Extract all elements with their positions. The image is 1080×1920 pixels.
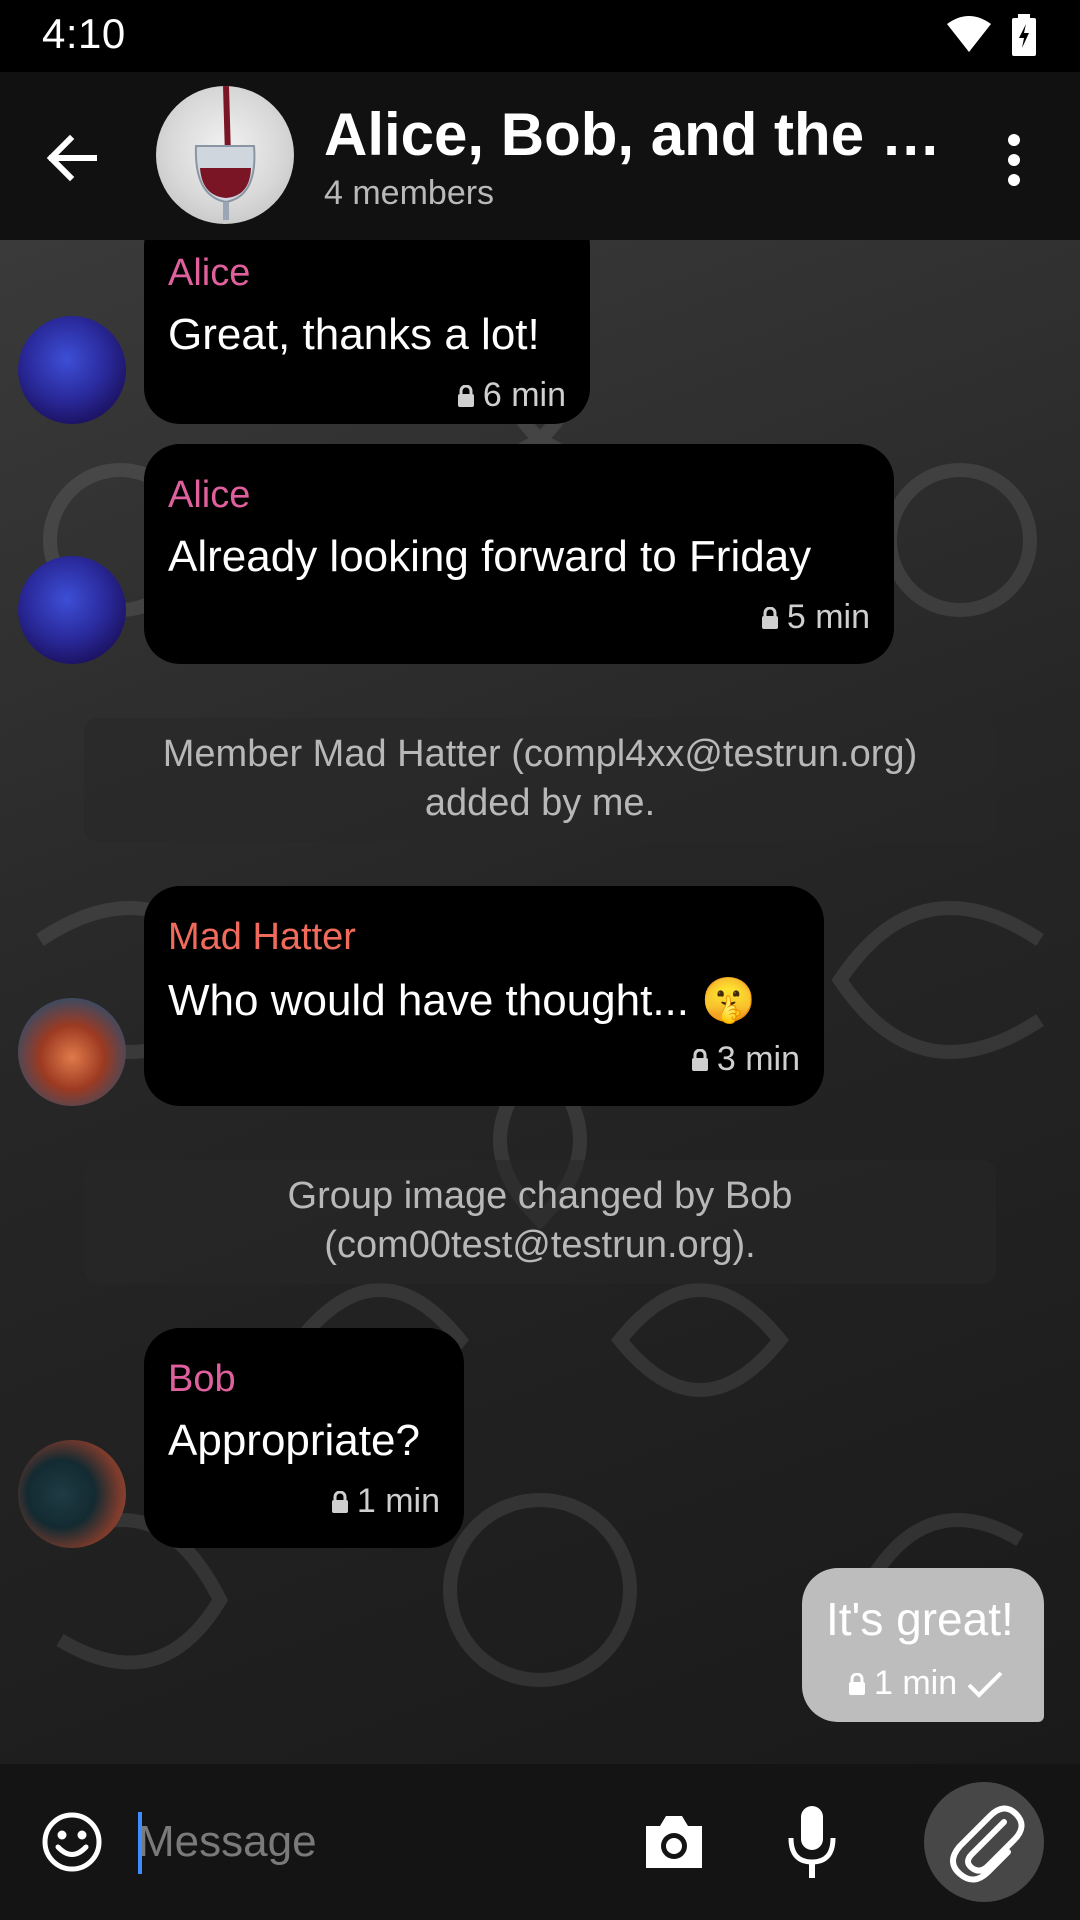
attach-button[interactable] [924,1782,1044,1902]
message-meta: 5 min [761,598,870,637]
emoji-icon[interactable] [40,1810,104,1874]
message-meta: 6 min [457,376,566,415]
message-time: 5 min [786,598,870,636]
lock-icon [691,1048,708,1071]
wine-glass-image [194,86,256,220]
group-avatar[interactable] [156,86,294,224]
lock-icon [849,1672,865,1695]
message-meta: 3 min [691,1040,800,1079]
message-text: It's great! [826,1593,1014,1645]
avatar-alice[interactable] [18,316,126,424]
member-count: 4 members [324,174,495,212]
lock-icon [761,606,778,629]
message-sender: Alice [168,474,251,516]
message-text: Great, thanks a lot! [168,310,540,359]
back-arrow-icon[interactable] [36,122,108,194]
system-message: Group image changed by Bob (com00test@te… [84,1160,996,1284]
message-bubble[interactable]: Mad Hatter Who would have thought... 🤫 3… [144,886,824,1106]
text-caret [138,1812,142,1874]
chat-title[interactable]: Alice, Bob, and the M… [324,100,944,169]
more-vert-icon[interactable] [990,124,1038,196]
message-time: 3 min [716,1040,800,1078]
microphone-icon[interactable] [786,1804,838,1880]
avatar-bob[interactable] [18,1440,126,1548]
message-text: Appropriate? [168,1416,420,1465]
system-message-line: Member Mad Hatter (compl4xx@testrun.org) [162,733,918,775]
status-bar: 4:10 [0,0,1080,72]
message-bubble[interactable]: Alice Already looking forward to Friday … [144,444,894,664]
system-message-line: (com00test@testrun.org). [324,1224,756,1266]
lock-icon [457,384,474,407]
check-icon [967,1671,1003,1698]
message-time: 6 min [482,376,566,414]
message-sender: Alice [168,252,251,294]
message-sender: Bob [168,1358,236,1400]
camera-icon[interactable] [640,1810,708,1874]
battery-icon [1012,14,1036,56]
message-list[interactable]: Alice Great, thanks a lot! 6 min Alice A… [0,240,1080,1764]
message-text: Who would have thought... 🤫 [168,976,757,1025]
composer-bar [0,1764,1080,1920]
message-bubble[interactable]: Bob Appropriate? 1 min [144,1328,464,1548]
message-input[interactable] [138,1802,608,1882]
message-meta: 1 min [848,1664,1005,1703]
message-sender: Mad Hatter [168,916,356,958]
chat-header: Alice, Bob, and the M… 4 members [0,72,1080,240]
message-time: 1 min [356,1482,440,1520]
outgoing-message-bubble[interactable]: It's great! 1 min [802,1568,1044,1722]
message-text: Already looking forward to Friday [168,532,812,581]
wifi-icon [947,16,991,52]
paperclip-icon [950,1805,1025,1883]
message-time: 1 min [874,1664,958,1702]
system-message-line: Group image changed by Bob [287,1175,793,1217]
status-time: 4:10 [42,10,126,57]
avatar-alice[interactable] [18,556,126,664]
lock-icon [331,1490,348,1513]
system-message: Member Mad Hatter (compl4xx@testrun.org)… [84,718,996,842]
message-bubble[interactable]: Alice Great, thanks a lot! 6 min [144,240,590,424]
message-meta: 1 min [331,1482,440,1521]
system-message-line: added by me. [424,782,656,824]
avatar-mad-hatter[interactable] [18,998,126,1106]
